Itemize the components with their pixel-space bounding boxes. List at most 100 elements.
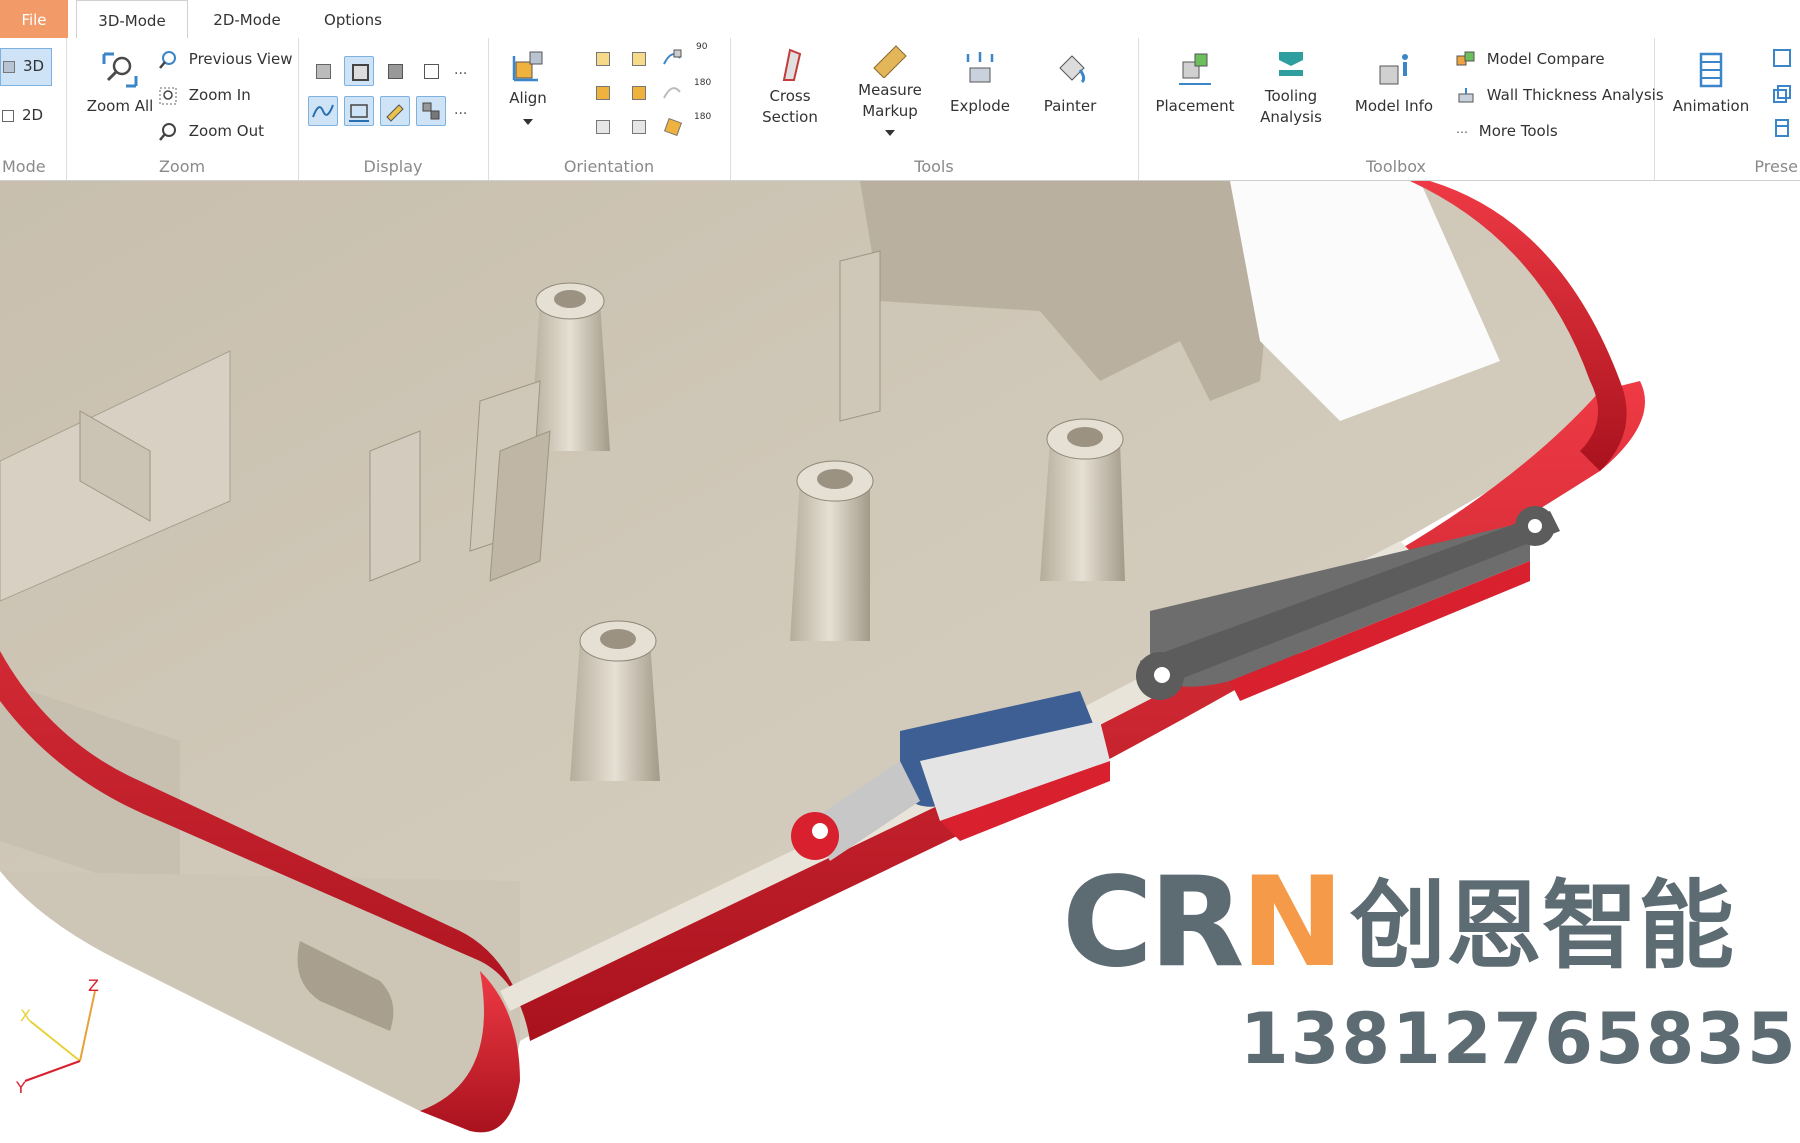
rotate-faded-icon [663, 87, 681, 99]
rotate-90-label: 90 [696, 42, 708, 52]
paint-bucket-icon [1059, 55, 1086, 84]
axis-x-label: X [20, 1006, 31, 1025]
pmi-icon [422, 102, 440, 120]
dropdown-arrow-icon [885, 130, 895, 136]
more-tools-label: More Tools [1478, 122, 1558, 140]
measure-markup-button[interactable]: Measure Markup [840, 42, 940, 136]
square-icon [2, 110, 14, 122]
align-button[interactable]: Align [500, 46, 556, 125]
back-view-icon [632, 52, 646, 66]
group-presentation: Animation Prese [1654, 38, 1800, 180]
view-iso-button[interactable] [658, 112, 688, 142]
group-tools-label: Tools [914, 157, 954, 176]
display-more-button[interactable]: ... [454, 62, 467, 78]
screw-boss-4 [570, 620, 660, 781]
previous-view-button[interactable]: Previous View [158, 44, 293, 74]
cross-section-button[interactable]: Cross Section [750, 44, 830, 128]
tab-file[interactable]: File [0, 0, 68, 38]
model-compare-icon [1456, 51, 1475, 65]
edged-cube-icon [352, 64, 369, 81]
rotate-180b-label: 180 [694, 112, 712, 122]
measure-label-1: Measure [858, 81, 922, 99]
fullscreen-icon [1773, 49, 1791, 67]
rotate-180a-label: 180 [694, 78, 712, 88]
view-right-button[interactable] [624, 78, 654, 108]
group-toolbox-label: Toolbox [1366, 157, 1426, 176]
view-left-button[interactable] [588, 78, 618, 108]
explode-icon [966, 52, 994, 83]
save-icon [1775, 119, 1789, 137]
view-top-button[interactable] [588, 112, 618, 142]
axis-triad [24, 990, 96, 1082]
ribbon: 3D 2D Mode Zoom All Previous View Zoom I… [0, 38, 1800, 181]
display-hidden-line-button[interactable] [380, 56, 410, 86]
zoom-all-button[interactable]: Zoom All [70, 50, 170, 117]
tooling-analysis-button[interactable]: Tooling Analysis [1246, 44, 1336, 128]
explode-button[interactable]: Explode [940, 50, 1020, 117]
display-dimensions-button[interactable] [344, 96, 374, 126]
view-rotate-b-button[interactable] [658, 78, 688, 108]
tooling-label-1: Tooling [1264, 87, 1318, 105]
view-front-button[interactable] [588, 44, 618, 74]
zoom-all-label: Zoom All [86, 97, 154, 115]
film-strip-icon [1699, 52, 1723, 88]
previous-view-icon [159, 50, 176, 69]
display-shaded-button[interactable] [308, 56, 338, 86]
model-info-button[interactable]: Model Info [1344, 50, 1444, 117]
3d-viewport[interactable]: Z X Y CRN 创恩智能 13812765835 [0, 181, 1800, 1143]
group-mode: 3D 2D Mode [0, 38, 67, 180]
placement-label: Placement [1155, 97, 1235, 115]
model-compare-button[interactable]: Model Compare [1456, 44, 1605, 74]
rotate-180a-button[interactable]: 180 [694, 78, 711, 108]
mode-3d-label: 3D [23, 57, 45, 75]
axis-y-label: Y [15, 1078, 26, 1097]
view-bottom-button[interactable] [624, 112, 654, 142]
watermark-c: C [1062, 851, 1153, 995]
rotate-90-button[interactable]: 90 [696, 42, 707, 72]
zoom-out-button[interactable]: Zoom Out [158, 116, 264, 146]
watermark-r: R [1149, 851, 1245, 995]
tab-options[interactable]: Options [308, 0, 398, 38]
animation-button[interactable]: Animation [1656, 50, 1766, 117]
screw-boss-2 [790, 460, 874, 641]
zoom-all-icon [102, 52, 138, 88]
group-zoom-label: Zoom [158, 157, 206, 176]
wall-thickness-label: Wall Thickness Analysis [1486, 86, 1664, 104]
zoom-in-label: Zoom In [188, 86, 251, 104]
tab-2d-mode[interactable]: 2D-Mode [192, 0, 302, 38]
display-more2-button[interactable]: ... [454, 102, 467, 118]
mode-2d-button[interactable]: 2D [0, 98, 50, 134]
rotate-icon [663, 49, 682, 65]
bottom-view-icon [632, 120, 646, 134]
display-curves-button[interactable] [308, 96, 338, 126]
wall-thickness-button[interactable]: Wall Thickness Analysis [1456, 80, 1664, 110]
annotation-icon [386, 104, 404, 122]
mode-3d-button[interactable]: 3D [0, 48, 52, 86]
shaded-cube-icon [316, 64, 331, 79]
tab-3d-mode[interactable]: 3D-Mode [76, 0, 188, 39]
present-save-button[interactable] [1768, 114, 1798, 144]
display-pmi-button[interactable] [416, 96, 446, 126]
zoom-out-icon [159, 122, 176, 141]
display-annotations-button[interactable] [380, 96, 410, 126]
left-view-icon [596, 86, 610, 100]
cube-icon [3, 61, 15, 73]
group-orientation: Align 90 180 180 Orientation [488, 38, 731, 180]
display-wireframe-button[interactable] [416, 56, 446, 86]
painter-button[interactable]: Painter [1030, 50, 1110, 117]
explode-label: Explode [950, 97, 1010, 115]
rotate-180b-button[interactable]: 180 [694, 112, 711, 142]
measure-label-2: Markup [862, 102, 918, 120]
placement-button[interactable]: Placement [1150, 50, 1240, 117]
present-copy-button[interactable] [1768, 80, 1798, 110]
present-fullscreen-button[interactable] [1768, 44, 1798, 74]
more-tools-button[interactable]: ⋯ More Tools [1456, 116, 1558, 146]
view-back-button[interactable] [624, 44, 654, 74]
mode-2d-label: 2D [22, 106, 44, 124]
hidden-line-cube-icon [388, 64, 403, 79]
top-view-icon [596, 120, 610, 134]
view-rotate-a-button[interactable] [658, 44, 688, 74]
display-shaded-edges-button[interactable] [344, 56, 374, 86]
zoom-in-button[interactable]: Zoom In [158, 80, 251, 110]
cross-section-icon [782, 48, 802, 81]
